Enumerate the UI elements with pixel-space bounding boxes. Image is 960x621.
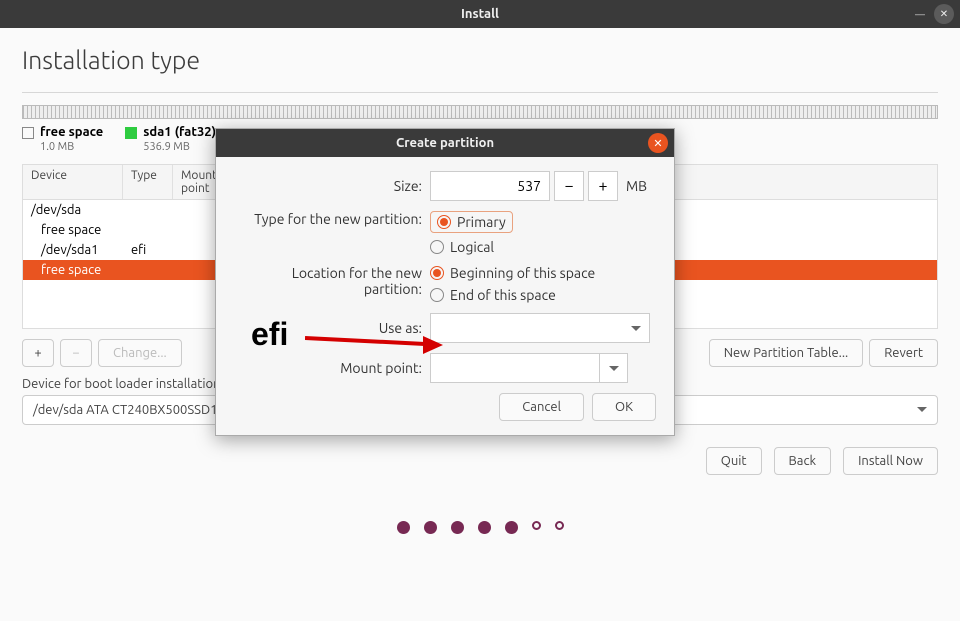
- annotation-text: efi: [251, 316, 288, 353]
- revert-button[interactable]: Revert: [869, 339, 938, 367]
- dot-icon: [532, 521, 541, 530]
- radio-checked-icon: [437, 215, 451, 229]
- back-button[interactable]: Back: [774, 447, 832, 475]
- dot-icon: [478, 521, 491, 534]
- size-input[interactable]: [430, 171, 550, 201]
- partition-location-end[interactable]: End of this space: [430, 287, 595, 303]
- close-button[interactable]: [934, 4, 954, 24]
- swatch-icon: [125, 127, 137, 139]
- dot-icon: [424, 521, 437, 534]
- mount-point-label: Mount point:: [234, 360, 430, 376]
- divider: [22, 92, 938, 93]
- chevron-down-icon: [917, 407, 927, 412]
- install-now-button[interactable]: Install Now: [843, 447, 938, 475]
- dot-icon: [555, 521, 564, 530]
- header-type[interactable]: Type: [123, 165, 173, 199]
- legend-item: free space 1.0 MB: [22, 125, 103, 154]
- legend-size: 1.0 MB: [40, 141, 103, 154]
- size-label: Size:: [234, 178, 430, 194]
- radio-icon: [430, 288, 444, 302]
- create-partition-dialog: Create partition ✕ Size: − + MB Type for…: [215, 128, 675, 436]
- chevron-down-icon: [631, 326, 641, 331]
- dot-icon: [505, 521, 518, 534]
- radio-checked-icon: [430, 266, 444, 280]
- partition-location-label: Location for the new partition:: [234, 265, 430, 297]
- new-partition-table-button[interactable]: New Partition Table...: [709, 339, 864, 367]
- size-increment-button[interactable]: +: [588, 171, 618, 201]
- legend-size: 536.9 MB: [143, 141, 216, 154]
- dialog-close-button[interactable]: ✕: [648, 133, 668, 153]
- change-partition-button[interactable]: Change...: [98, 339, 182, 367]
- legend-item: sda1 (fat32) 536.9 MB: [125, 125, 216, 154]
- cancel-button[interactable]: Cancel: [499, 393, 584, 421]
- mount-point-input[interactable]: [430, 353, 600, 383]
- minimize-button[interactable]: [910, 4, 930, 24]
- swatch-icon: [22, 127, 34, 139]
- dot-icon: [397, 521, 410, 534]
- chevron-down-icon: [609, 366, 619, 371]
- dot-icon: [451, 521, 464, 534]
- size-decrement-button[interactable]: −: [554, 171, 584, 201]
- partition-type-primary[interactable]: Primary: [430, 211, 513, 233]
- titlebar: Install: [0, 0, 960, 28]
- partition-location-beginning[interactable]: Beginning of this space: [430, 265, 595, 281]
- legend-label: free space: [40, 125, 103, 139]
- ok-button[interactable]: OK: [592, 393, 656, 421]
- legend-label: sda1 (fat32): [143, 125, 216, 139]
- quit-button[interactable]: Quit: [706, 447, 762, 475]
- partition-bar[interactable]: [22, 105, 938, 119]
- page-title: Installation type: [22, 46, 938, 74]
- dialog-title: Create partition: [396, 136, 494, 150]
- window-title: Install: [461, 7, 499, 21]
- remove-partition-button[interactable]: −: [60, 339, 92, 367]
- use-as-select[interactable]: [430, 313, 650, 343]
- partition-type-logical[interactable]: Logical: [430, 239, 513, 255]
- partition-type-label: Type for the new partition:: [234, 211, 430, 227]
- mount-point-dropdown-button[interactable]: [600, 353, 628, 383]
- header-device[interactable]: Device: [23, 165, 123, 199]
- add-partition-button[interactable]: +: [22, 339, 54, 367]
- size-unit: MB: [626, 178, 647, 194]
- radio-icon: [430, 240, 444, 254]
- progress-dots: [22, 521, 938, 534]
